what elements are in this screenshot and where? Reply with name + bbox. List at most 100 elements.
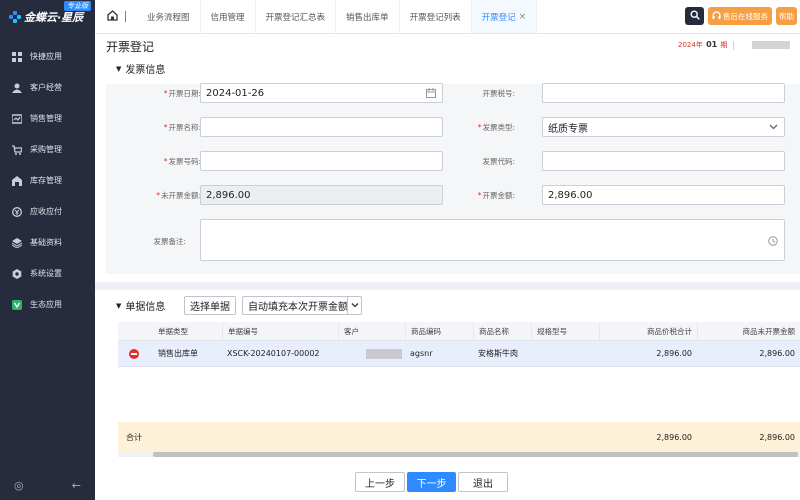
search-button[interactable] (685, 7, 704, 25)
sidebar-item-sales[interactable]: 销售管理 (0, 103, 95, 134)
field-value: 2024-01-26 (206, 87, 265, 99)
autofill-amount-button[interactable]: 自动填充本次开票金额 (242, 296, 354, 315)
cell-doc-type: 销售出库单 (158, 349, 198, 358)
table-row[interactable]: 销售出库单 XSCK-20240107-00002 agsnr 安格斯牛肉 2,… (118, 341, 800, 367)
cart-icon (11, 144, 22, 155)
user-info[interactable] (733, 41, 800, 50)
tab-bar: 业务流程图 信用管理 开票登记汇总表 销售出库单 开票登记列表 开票登记 × 售后… (95, 0, 800, 34)
scrollbar-thumb[interactable] (153, 452, 798, 457)
uninvoiced-amount-field: 2,896.00 (200, 185, 443, 205)
sidebar: 金蝶云·星辰 专业版 快捷应用 客户经营 销售管理 采购管理 库存管理 应收应付 (0, 0, 95, 500)
sidebar-item-customers[interactable]: 客户经营 (0, 72, 95, 103)
logo-icon (9, 11, 21, 23)
cell-product-code: agsnr (410, 349, 433, 358)
tab-sales-outbound[interactable]: 销售出库单 (336, 0, 400, 33)
home-button[interactable] (95, 0, 137, 33)
tab-business-flow[interactable]: 业务流程图 (137, 0, 201, 33)
headset-icon (712, 10, 721, 22)
invoice-code-field[interactable] (542, 151, 785, 171)
divider (733, 41, 734, 50)
total-uninvoiced: 2,896.00 (759, 433, 795, 442)
target-icon[interactable]: ◎ (14, 479, 24, 492)
invoice-number-field[interactable] (200, 151, 443, 171)
page-title: 开票登记 (106, 40, 155, 54)
tax-no-field[interactable] (542, 83, 785, 103)
column-header[interactable]: 商品未开票金额 (697, 322, 800, 341)
invoice-date-field[interactable]: 2024-01-26 (200, 83, 443, 103)
next-step-button[interactable]: 下一步 (407, 472, 456, 492)
money-icon (11, 206, 22, 217)
sidebar-item-receivables[interactable]: 应收应付 (0, 196, 95, 227)
grid-icon (11, 51, 22, 62)
invoice-type-select[interactable]: 纸质专票 (542, 117, 785, 137)
sidebar-item-purchase[interactable]: 采购管理 (0, 134, 95, 165)
sidebar-item-label: 快捷应用 (30, 52, 62, 61)
column-header[interactable]: 商品编码 (405, 322, 473, 341)
sidebar-item-ecosystem[interactable]: 生态应用 (0, 289, 95, 320)
uninvoiced-amount-label: *未开票金额: (156, 191, 201, 200)
sidebar-item-label: 系统设置 (30, 269, 62, 278)
prev-step-button[interactable]: 上一步 (355, 472, 405, 492)
tab-invoice-summary[interactable]: 开票登记汇总表 (256, 0, 337, 33)
select-doc-button[interactable]: 选择单据 (184, 296, 236, 315)
invoice-date-label: *开票日期: (163, 89, 201, 98)
delete-row-icon[interactable] (129, 349, 139, 359)
column-header[interactable]: 单据类型 (153, 322, 222, 341)
column-header[interactable]: 客户 (338, 322, 408, 341)
clock-icon (768, 236, 778, 249)
logo-text: 金蝶云·星辰 (24, 11, 84, 24)
tax-no-label: 开票税号: (482, 89, 515, 98)
grid-header: 单据类型 单据编号 客户 商品编码 商品名称 规格型号 商品价税合计 商品未开票… (118, 322, 800, 341)
tab-credit-management[interactable]: 信用管理 (201, 0, 256, 33)
sidebar-item-quick-apps[interactable]: 快捷应用 (0, 41, 95, 72)
service-label: 售后在线服务 (723, 11, 768, 21)
total-label: 合计 (126, 433, 142, 442)
exit-button[interactable]: 退出 (458, 472, 508, 492)
blurred-username (752, 41, 790, 49)
tab-invoice-list[interactable]: 开票登记列表 (400, 0, 472, 33)
main-content: 开票登记 2024年 01 期 ▼ 发票信息 *开票日期: 2024-01-26… (95, 34, 800, 500)
edition-badge: 专业版 (64, 1, 91, 11)
home-icon (106, 9, 118, 24)
divider (124, 11, 126, 22)
sidebar-item-label: 生态应用 (30, 300, 62, 309)
settings-icon (11, 268, 22, 279)
caret-down-icon: ▼ (116, 64, 122, 73)
accounting-period[interactable]: 2024年 01 期 (678, 40, 727, 50)
sidebar-item-inventory[interactable]: 库存管理 (0, 165, 95, 196)
sidebar-item-basic-data[interactable]: 基础资料 (0, 227, 95, 258)
chevron-down-icon (351, 301, 359, 311)
cell-total: 2,896.00 (656, 349, 692, 358)
user-icon (11, 82, 22, 93)
blurred-customer (366, 349, 402, 359)
collapse-arrow-icon[interactable]: ← (72, 479, 81, 492)
help-button[interactable]: 帮助 (776, 7, 797, 25)
column-header[interactable]: 单据编号 (222, 322, 338, 341)
invoice-name-label: *开票名称: (163, 123, 201, 132)
section-divider (95, 282, 800, 290)
column-header[interactable]: 商品价税合计 (599, 322, 697, 341)
horizontal-scrollbar[interactable] (118, 452, 800, 457)
sidebar-item-label: 应收应付 (30, 207, 62, 216)
remark-textarea[interactable] (200, 219, 785, 261)
service-button[interactable]: 售后在线服务 (708, 7, 772, 25)
period-year: 2024年 (678, 41, 703, 49)
invoice-amount-field[interactable]: 2,896.00 (542, 185, 785, 205)
invoice-name-field[interactable] (200, 117, 443, 137)
sidebar-item-settings[interactable]: 系统设置 (0, 258, 95, 289)
close-icon[interactable]: × (519, 12, 527, 22)
column-header[interactable]: 商品名称 (473, 322, 531, 341)
doc-section-header[interactable]: ▼ 单据信息 (116, 298, 165, 314)
tab-invoice-registration[interactable]: 开票登记 × (471, 0, 538, 33)
cell-doc-no[interactable]: XSCK-20240107-00002 (222, 341, 338, 367)
calendar-icon[interactable] (426, 88, 436, 101)
cell-spec (531, 341, 599, 367)
sidebar-item-label: 销售管理 (30, 114, 62, 123)
field-value: 纸质专票 (548, 123, 588, 135)
invoice-section-header[interactable]: ▼ 发票信息 (116, 61, 165, 77)
column-header[interactable]: 规格型号 (531, 322, 599, 341)
logo[interactable]: 金蝶云·星辰 专业版 (0, 0, 95, 34)
layers-icon (11, 237, 22, 248)
autofill-dropdown-button[interactable] (347, 296, 362, 315)
topbar-actions: 售后在线服务 帮助 (685, 7, 797, 25)
